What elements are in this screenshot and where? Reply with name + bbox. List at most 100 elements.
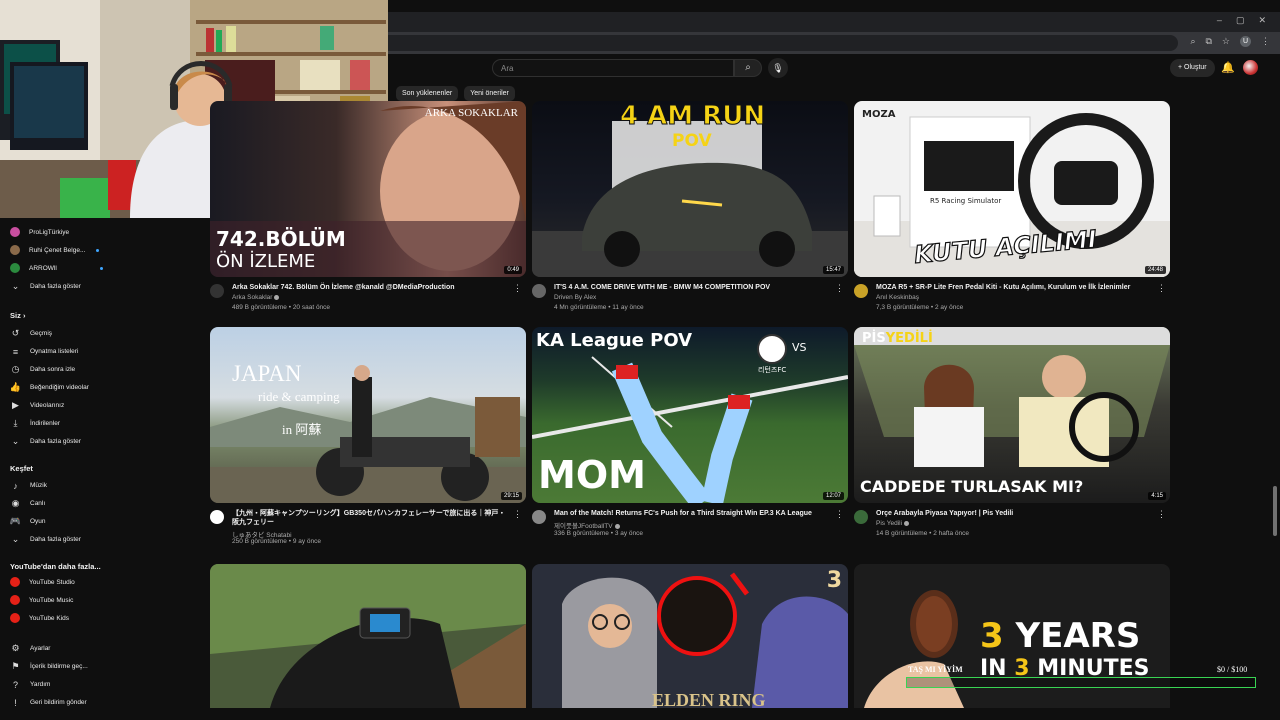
video-thumbnail[interactable]: JAPAN ride & camping in 阿蘇 29:15 bbox=[210, 327, 526, 503]
chip-new-to-you[interactable]: Yeni öneriler bbox=[464, 86, 515, 101]
sidebar-item-gaming[interactable]: 🎮 Oyun bbox=[10, 516, 46, 527]
sidebar-item-downloads[interactable]: ⤓ İndirilenler bbox=[10, 418, 61, 429]
account-avatar[interactable] bbox=[1243, 60, 1258, 75]
sidebar-item-history[interactable]: ↺ Geçmiş bbox=[10, 328, 52, 339]
video-title[interactable]: Arka Sokaklar 742. Bölüm Ön İzleme @kana… bbox=[232, 283, 512, 292]
more-actions-icon[interactable]: ⋮ bbox=[835, 509, 844, 520]
history-icon: ↺ bbox=[11, 328, 20, 338]
search-button[interactable]: ⌕ bbox=[734, 59, 762, 77]
video-card[interactable]: PİSYEDİLİ CADDEDE TURLASAK MI? 4:15 Orçe… bbox=[854, 327, 1170, 543]
sidebar-item-youtube-kids[interactable]: YouTube Kids bbox=[10, 613, 69, 623]
thumbnail-text: POV bbox=[672, 131, 712, 151]
search-input[interactable]: Ara bbox=[492, 59, 734, 77]
notifications-bell-icon[interactable]: 🔔 bbox=[1221, 61, 1235, 74]
video-thumbnail[interactable]: MOZA R5 Racing Simulator KUTU AÇILIMI 24… bbox=[854, 101, 1170, 277]
more-actions-icon[interactable]: ⋮ bbox=[513, 283, 522, 294]
sidebar-subscription[interactable]: ProLigTürkiye bbox=[10, 227, 69, 237]
sidebar-item-help[interactable]: ? Yardım bbox=[10, 679, 50, 690]
video-card[interactable]: MOZA R5 Racing Simulator KUTU AÇILIMI 24… bbox=[854, 101, 1170, 317]
sidebar-item-label: Daha fazla göster bbox=[30, 438, 81, 445]
channel-name[interactable]: Arka Sokaklar bbox=[232, 294, 280, 301]
menu-kebab-icon[interactable]: ⋮ bbox=[1261, 36, 1270, 47]
channel-avatar[interactable] bbox=[532, 284, 546, 298]
video-card[interactable]: ARKA SOKAKLAR 742.BÖLÜM ÖN İZLEME 0:49 A… bbox=[210, 101, 526, 317]
video-thumbnail[interactable]: KA League POV VS 리턴즈FC MOM 12:07 bbox=[532, 327, 848, 503]
voice-search-button[interactable]: 🎙 bbox=[768, 58, 788, 78]
sidebar-item-label: YouTube Kids bbox=[29, 614, 69, 622]
video-duration: 0:49 bbox=[504, 266, 522, 274]
sidebar-item-your-videos[interactable]: ▶ Videolarınız bbox=[10, 400, 64, 411]
zoom-icon[interactable]: ⌕ bbox=[1190, 36, 1195, 47]
video-card[interactable]: 4 AM RUN POV 15:47 IT'S 4 A.M. COME DRIV… bbox=[532, 101, 848, 317]
channel-avatar[interactable] bbox=[210, 510, 224, 524]
video-thumbnail[interactable]: ARKA SOKAKLAR 742.BÖLÜM ÖN İZLEME 0:49 bbox=[210, 101, 526, 277]
sidebar-show-more[interactable]: ⌄ Daha fazla göster bbox=[10, 281, 81, 292]
sidebar-subscription[interactable]: ARROWll bbox=[10, 263, 103, 273]
sidebar-item-youtube-music[interactable]: YouTube Music bbox=[10, 595, 73, 605]
page-scrollbar[interactable] bbox=[1273, 486, 1277, 536]
video-card[interactable]: JAPAN ride & camping in 阿蘇 29:15 【九州・阿蘇キ… bbox=[210, 327, 526, 545]
sidebar-show-more[interactable]: ⌄ Daha fazla göster bbox=[10, 534, 81, 545]
sidebar-item-settings[interactable]: ⚙ Ayarlar bbox=[10, 643, 50, 654]
sidebar-item-playlists[interactable]: ≡ Oynatma listeleri bbox=[10, 346, 79, 357]
video-thumbnail[interactable]: 3 ELDEN RING bbox=[532, 564, 848, 708]
maximize-icon[interactable]: ▢ bbox=[1236, 15, 1245, 26]
more-actions-icon[interactable]: ⋮ bbox=[1157, 509, 1166, 520]
thumbnail-text: ELDEN RING bbox=[652, 690, 766, 708]
video-card[interactable]: 3 ELDEN RING bbox=[532, 564, 848, 708]
minimize-icon[interactable]: – bbox=[1217, 15, 1222, 26]
video-thumbnail[interactable] bbox=[210, 564, 526, 708]
channel-avatar[interactable] bbox=[854, 284, 868, 298]
thumbnail-text: 리턴즈FC bbox=[758, 366, 787, 374]
thumbnail-text: PİSYEDİLİ bbox=[862, 331, 933, 346]
section-heading-you[interactable]: Siz › bbox=[10, 311, 25, 320]
video-title[interactable]: 【九州・阿蘇キャンプツーリング】GB350セパハンカフェレーサーで旅に出る｜神戸… bbox=[232, 509, 512, 527]
thumbnail-text: MOZA bbox=[862, 109, 896, 120]
channel-name[interactable]: Driven By Alex bbox=[554, 294, 596, 301]
sidebar-item-live[interactable]: ◉ Canlı bbox=[10, 498, 46, 509]
channel-name[interactable]: Anıl Keskinbaş bbox=[876, 294, 919, 301]
channel-name[interactable]: 제이풋볼JFootballTV bbox=[554, 520, 620, 530]
chip-recently-uploaded[interactable]: Son yüklenenler bbox=[396, 86, 459, 101]
microphone-icon: 🎙 bbox=[772, 63, 784, 73]
chevron-down-icon: ⌄ bbox=[11, 534, 20, 544]
video-title[interactable]: IT'S 4 A.M. COME DRIVE WITH ME - BMW M4 … bbox=[554, 283, 834, 292]
bookmark-star-icon[interactable]: ☆ bbox=[1222, 36, 1230, 47]
video-title[interactable]: MOZA R5 + SR-P Lite Fren Pedal Kiti - Ku… bbox=[876, 283, 1156, 292]
sidebar-item-music[interactable]: ♪ Müzik bbox=[10, 480, 47, 491]
profile-icon[interactable]: U bbox=[1240, 36, 1251, 47]
more-actions-icon[interactable]: ⋮ bbox=[835, 283, 844, 294]
thumbnail-text: ÖN İZLEME bbox=[216, 251, 316, 272]
cast-icon[interactable]: ⧉ bbox=[1205, 36, 1211, 47]
thumbs-up-icon: 👍 bbox=[9, 382, 22, 392]
channel-avatar[interactable] bbox=[532, 510, 546, 524]
video-title[interactable]: Man of the Match! Returns FC's Push for … bbox=[554, 509, 834, 518]
more-actions-icon[interactable]: ⋮ bbox=[513, 509, 522, 520]
thumbnail-text: 4 AM RUN bbox=[619, 101, 766, 132]
sidebar-item-youtube-studio[interactable]: YouTube Studio bbox=[10, 577, 75, 587]
sidebar-item-label: Geçmiş bbox=[30, 330, 53, 337]
sidebar-show-more[interactable]: ⌄ Daha fazla göster bbox=[10, 436, 81, 447]
channel-avatar[interactable] bbox=[210, 284, 224, 298]
video-card[interactable]: KA League POV VS 리턴즈FC MOM 12:07 Man of … bbox=[532, 327, 848, 543]
more-actions-icon[interactable]: ⋮ bbox=[1157, 283, 1166, 294]
playlist-icon: ≡ bbox=[12, 346, 19, 357]
sidebar-item-liked-videos[interactable]: 👍 Beğendiğim videolar bbox=[10, 382, 89, 393]
video-stats: 4 Mn görüntüleme • 11 ay önce bbox=[554, 304, 644, 311]
sidebar: ProLigTürkiye Ruhi Çenet Belge... ARROWl… bbox=[0, 218, 104, 720]
sidebar-item-report-history[interactable]: ⚑ İçerik bildirme geç... bbox=[10, 661, 87, 672]
channel-avatar[interactable] bbox=[854, 510, 868, 524]
video-stats: 7,3 B görüntüleme • 2 ay önce bbox=[876, 304, 964, 311]
video-thumbnail[interactable]: PİSYEDİLİ CADDEDE TURLASAK MI? 4:15 bbox=[854, 327, 1170, 503]
video-thumbnail[interactable]: 4 AM RUN POV 15:47 bbox=[532, 101, 848, 277]
create-button[interactable]: + Oluştur bbox=[1170, 59, 1215, 77]
url-field[interactable] bbox=[388, 35, 1178, 51]
video-card[interactable] bbox=[210, 564, 526, 708]
sidebar-item-watch-later[interactable]: ◷ Daha sonra izle bbox=[10, 364, 76, 375]
video-title[interactable]: Orçe Arabayla Piyasa Yapıyor! | Pis Yedi… bbox=[876, 509, 1156, 518]
channel-name[interactable]: Pis Yedili bbox=[876, 520, 910, 527]
sidebar-item-send-feedback[interactable]: ! Geri bildirim gönder bbox=[10, 697, 86, 708]
video-duration: 12:07 bbox=[822, 492, 844, 500]
sidebar-subscription[interactable]: Ruhi Çenet Belge... bbox=[10, 245, 100, 255]
close-icon[interactable]: ✕ bbox=[1258, 15, 1266, 26]
